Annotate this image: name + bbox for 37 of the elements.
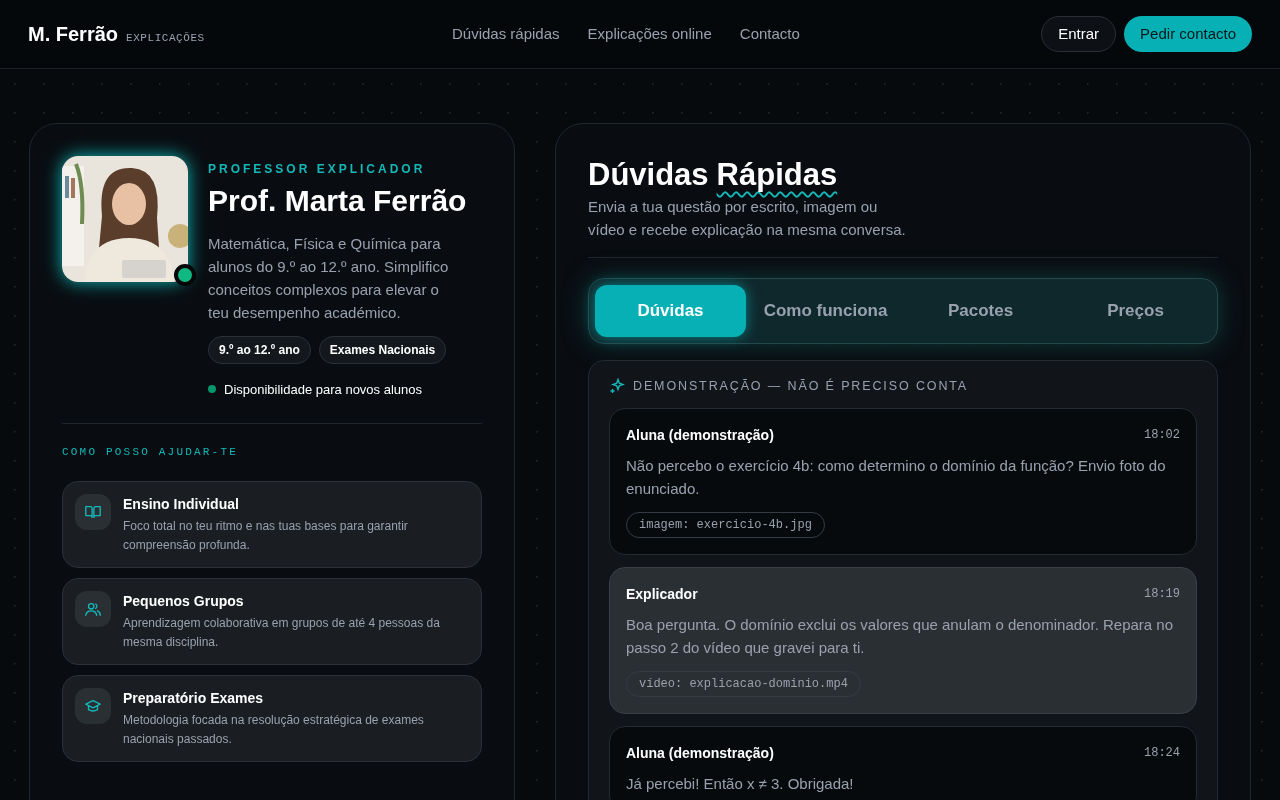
- service-description: Aprendizagem colaborativa em grupos de até 4 pessoas da mesma disciplina.: [123, 614, 441, 651]
- service-title: Pequenos Grupos: [123, 591, 245, 611]
- demo-label: DEMONSTRAÇÃO — NÃO É PRECISO CONTA: [633, 377, 969, 395]
- logo[interactable]: M. Ferrão: [28, 19, 119, 49]
- panel-subtitle: Envia a tua questão por escrito, imagem ou vídeo e recebe explicação na mesma conversa.: [588, 196, 907, 240]
- message-time: 18:19: [1144, 586, 1180, 603]
- message-time: 18:02: [1144, 427, 1180, 444]
- logo-tagline: EXPLICAÇÕES: [126, 31, 205, 46]
- tab[interactable]: Como funciona: [750, 284, 901, 337]
- panel-title-highlight: Rápidas: [716, 156, 838, 194]
- service-title: Ensino Individual: [123, 494, 240, 514]
- section-heading: COMO POSSO AJUDAR-TE: [62, 445, 240, 460]
- teacher-name: Prof. Marta Ferrão: [208, 183, 467, 219]
- message-text: Boa pergunta. O domínio exclui os valores que anulam o denominador. Repara no passo 2 do vídeo que gravei para ti.: [626, 614, 1174, 658]
- message-text: Já percebi! Então x ≠ 3. Obrigada!: [626, 773, 855, 794]
- teacher-bio: Matemática, Física e Química para alunos do 9.º ao 12.º ano. Simplifico conceitos complexos para elevar o teu desempenho académico.: [208, 233, 450, 323]
- sparkle-icon: [609, 378, 625, 395]
- availability-text: Disponibilidade para novos alunos: [224, 380, 423, 399]
- message-time: 18:24: [1144, 745, 1180, 762]
- message-text: Não percebo o exercício 4b: como determino o domínio da função? Envio foto do enunciado.: [626, 455, 1167, 499]
- tab[interactable]: Preços: [1060, 284, 1211, 337]
- service-description: Metodologia focada na resolução estratégica de exames nacionais passados.: [123, 711, 425, 748]
- tab[interactable]: Pacotes: [905, 284, 1056, 337]
- nav-link[interactable]: Dúvidas rápidas: [452, 22, 560, 46]
- service-description: Foco total no teu ritmo e nas tuas bases para garantir compreensão profunda.: [123, 517, 409, 554]
- message-author: Aluna (demonstração): [626, 743, 774, 763]
- contact-button[interactable]: Pedir contacto: [1124, 16, 1252, 52]
- service-title: Preparatório Exames: [123, 688, 265, 708]
- panel-title: Dúvidas: [588, 156, 709, 194]
- tag: Exames Nacionais: [318, 335, 447, 364]
- message-author: Explicador: [626, 584, 698, 604]
- nav-link[interactable]: Explicações online: [587, 22, 712, 46]
- tag: 9.º ao 12.º ano: [208, 335, 311, 364]
- message-author: Aluna (demonstração): [626, 425, 774, 445]
- login-button[interactable]: Entrar: [1041, 16, 1117, 52]
- role-label: PROFESSOR EXPLICADOR: [208, 161, 427, 178]
- nav-link[interactable]: Contacto: [739, 22, 800, 46]
